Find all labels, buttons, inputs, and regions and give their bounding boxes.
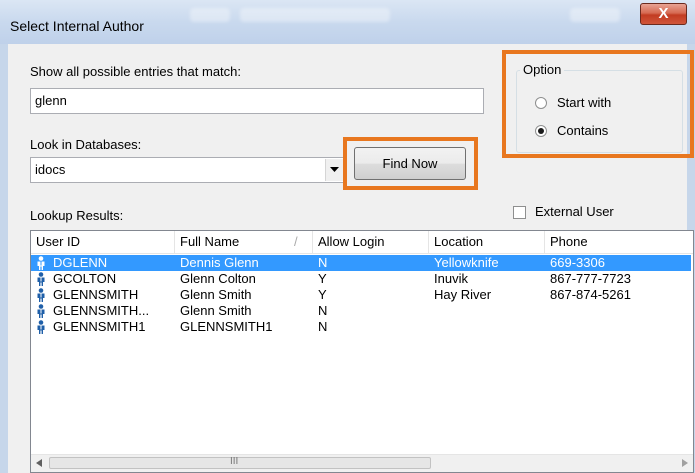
results-list[interactable]: User ID Full Name / Allow Login Location… [30, 230, 694, 473]
table-row[interactable]: GLENNSMITH1 GLENNSMITH1 N [31, 319, 691, 335]
close-icon: X [658, 5, 669, 22]
radio-selected-dot [538, 128, 544, 134]
user-id-cell: GLENNSMITH [53, 287, 139, 302]
search-input-value: glenn [35, 93, 67, 108]
user-id-cell: GLENNSMITH1 [53, 319, 146, 334]
start-with-label[interactable]: Start with [557, 95, 611, 110]
column-header-user-id[interactable]: User ID [31, 231, 175, 253]
table-row[interactable]: GCOLTON Glenn Colton Y Inuvik 867-777-7723 [31, 271, 691, 287]
phone-cell: 669-3306 [550, 255, 605, 270]
user-icon [37, 272, 45, 286]
scroll-right-icon [682, 459, 688, 467]
database-label: Look in Databases: [30, 137, 142, 152]
column-header-label: User ID [36, 234, 81, 249]
user-id-cell: DGLENN [53, 255, 108, 270]
full-name-cell: Glenn Colton [180, 271, 256, 286]
user-icon [37, 304, 45, 318]
contains-label[interactable]: Contains [557, 123, 608, 138]
database-select-value: idocs [35, 162, 66, 177]
external-user-label[interactable]: External User [535, 204, 614, 219]
scrollbar-thumb[interactable]: III [49, 456, 431, 469]
results-label: Lookup Results: [30, 208, 124, 223]
location-cell: Hay River [434, 287, 492, 302]
dialog-window: Select Internal Author X Show all possib… [0, 0, 695, 473]
location-cell: Yellowknife [434, 255, 499, 270]
contains-radio[interactable] [535, 125, 547, 137]
close-button[interactable]: X [640, 3, 687, 25]
column-header-label: Location [434, 234, 484, 249]
dialog-body: Show all possible entries that match: gl… [8, 44, 694, 473]
dropdown-arrow[interactable] [325, 159, 343, 181]
scroll-left-icon [36, 459, 42, 467]
search-label: Show all possible entries that match: [30, 64, 241, 79]
allow-login-cell: N [318, 255, 328, 270]
table-row[interactable]: GLENNSMITH... Glenn Smith N [31, 303, 691, 319]
allow-login-cell: Y [318, 287, 327, 302]
phone-cell: 867-777-7723 [550, 271, 631, 286]
user-id-cell: GLENNSMITH... [53, 303, 150, 318]
full-name-cell: GLENNSMITH1 [180, 319, 273, 334]
option-groupbox [516, 70, 683, 153]
external-user-checkbox[interactable] [513, 206, 526, 219]
scrollbar-grip-icon: III [230, 456, 239, 467]
user-icon [37, 256, 45, 270]
column-header-full-name[interactable]: Full Name / [175, 231, 313, 253]
column-header-allow-login[interactable]: Allow Login [313, 231, 429, 253]
chevron-down-icon [330, 167, 339, 172]
column-header-label: Phone [550, 234, 588, 249]
column-header-label: Allow Login [318, 234, 385, 249]
column-header-label: Full Name [180, 234, 240, 249]
column-header-location[interactable]: Location [429, 231, 545, 253]
user-icon [37, 288, 45, 302]
find-now-label: Find Now [382, 156, 438, 171]
allow-login-cell: N [318, 303, 328, 318]
location-cell: Inuvik [434, 271, 468, 286]
allow-login-cell: N [318, 319, 328, 334]
results-header: User ID Full Name / Allow Login Location… [31, 231, 693, 254]
user-icon [37, 320, 45, 334]
search-input[interactable]: glenn [30, 88, 484, 114]
option-legend: Option [520, 62, 565, 77]
table-row[interactable]: DGLENN Dennis Glenn N Yellowknife 669-3306 [31, 255, 691, 271]
user-id-cell: GCOLTON [53, 271, 117, 286]
find-now-button[interactable]: Find Now [354, 147, 466, 180]
table-row[interactable]: GLENNSMITH Glenn Smith Y Hay River 867-874-5… [31, 287, 691, 303]
background-blur [190, 8, 230, 22]
sort-indicator-icon: / [294, 234, 298, 249]
window-title: Select Internal Author [10, 18, 144, 34]
phone-cell: 867-874-5261 [550, 287, 631, 302]
start-with-radio[interactable] [535, 97, 547, 109]
full-name-cell: Glenn Smith [180, 287, 252, 302]
allow-login-cell: Y [318, 271, 327, 286]
background-blur [240, 8, 390, 22]
horizontal-scrollbar[interactable]: III [31, 454, 693, 472]
title-bar[interactable]: Select Internal Author X [0, 0, 695, 44]
full-name-cell: Glenn Smith [180, 303, 252, 318]
column-header-phone[interactable]: Phone [545, 231, 693, 253]
full-name-cell: Dennis Glenn [180, 255, 259, 270]
background-blur [570, 8, 620, 22]
database-select[interactable]: idocs [30, 157, 345, 183]
